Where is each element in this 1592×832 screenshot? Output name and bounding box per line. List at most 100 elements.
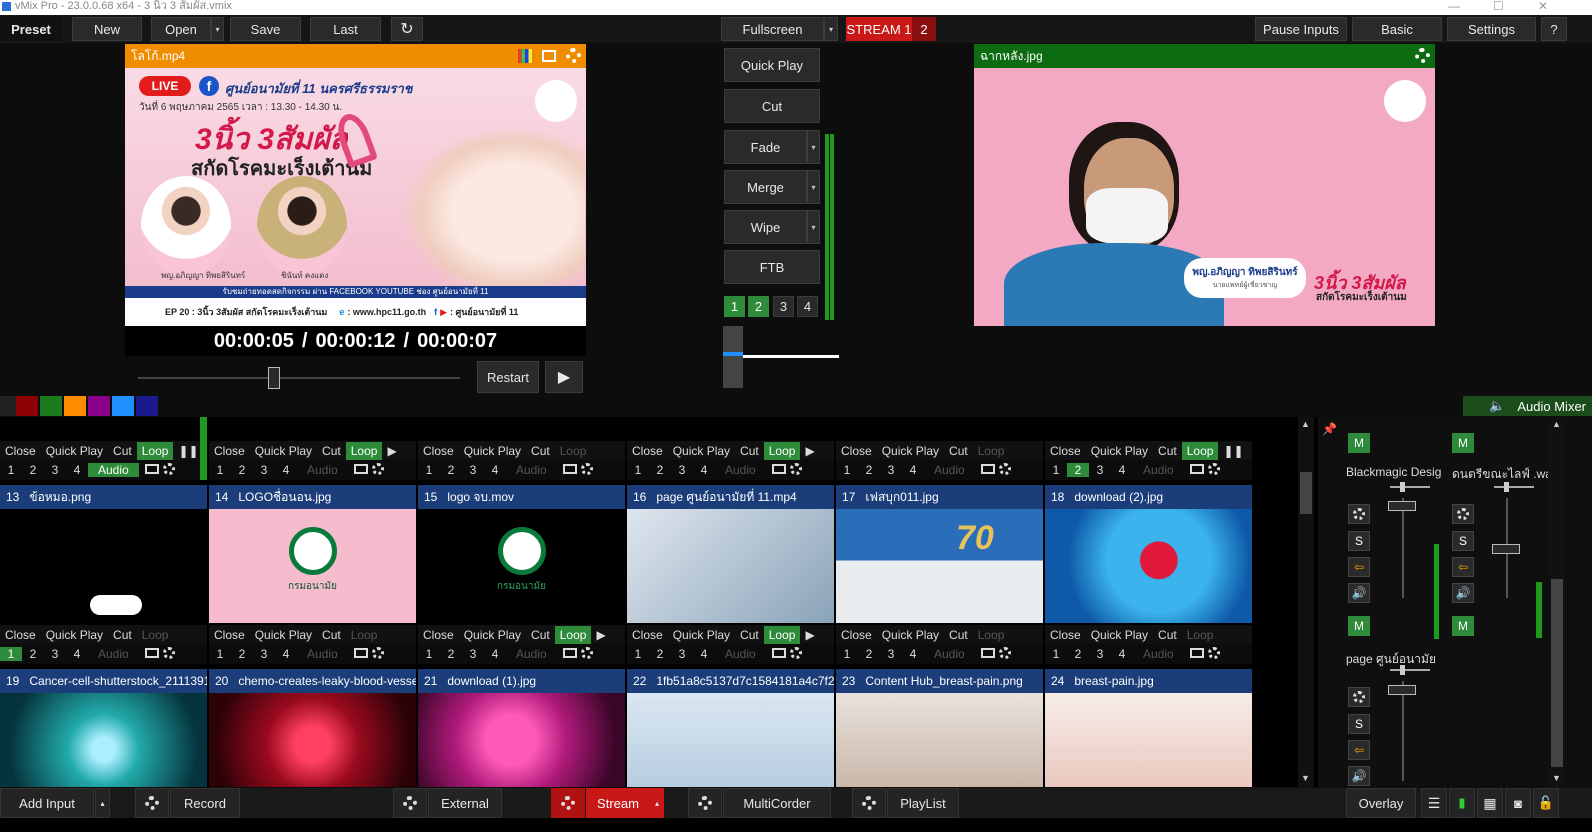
grid-view-icon[interactable]: ▦ bbox=[1477, 788, 1503, 818]
channel-3-fader-handle[interactable] bbox=[1388, 685, 1416, 695]
cut-button[interactable]: Cut bbox=[526, 628, 555, 642]
cut-button[interactable]: Cut bbox=[735, 444, 764, 458]
fullscreen-button[interactable]: Fullscreen bbox=[721, 17, 824, 41]
input-thumbnail[interactable] bbox=[209, 417, 416, 439]
play-icon[interactable]: ▶ bbox=[800, 628, 819, 642]
audio-button[interactable]: Audio bbox=[297, 463, 348, 477]
fade-dropdown-icon[interactable]: ▾ bbox=[807, 130, 820, 164]
mute-button-master-2[interactable]: M bbox=[1452, 433, 1474, 453]
basic-button[interactable]: Basic bbox=[1352, 17, 1442, 41]
input-thumbnail[interactable] bbox=[627, 509, 834, 623]
channel-2-fader-handle[interactable] bbox=[1492, 544, 1520, 554]
maximize-icon[interactable]: ☐ bbox=[1493, 0, 1504, 13]
mixer-scroll-up-icon[interactable]: ▲ bbox=[1552, 419, 1561, 429]
close-button[interactable]: Close bbox=[1045, 444, 1086, 458]
fade-button[interactable]: Fade bbox=[724, 130, 807, 164]
audio-button[interactable]: Audio bbox=[715, 647, 766, 661]
quick-play-button[interactable]: Quick Play bbox=[668, 628, 735, 642]
color-swatch-2[interactable] bbox=[40, 396, 62, 416]
input-thumbnail[interactable]: กรมอนามัย bbox=[209, 509, 416, 623]
color-swatch-5[interactable] bbox=[112, 396, 134, 416]
overlay-slot-2[interactable]: 2 bbox=[858, 647, 880, 661]
mixer-scroll-thumb[interactable] bbox=[1551, 579, 1563, 767]
overlay-slot-1[interactable]: 1 bbox=[1045, 647, 1067, 661]
overlay-slot-3[interactable]: 3 bbox=[671, 463, 693, 477]
overlay-slot-1[interactable]: 1 bbox=[836, 647, 858, 661]
close-button[interactable]: Close bbox=[0, 444, 41, 458]
loop-button[interactable]: Loop bbox=[1181, 442, 1219, 460]
audio-button[interactable]: Audio bbox=[88, 647, 139, 661]
cut-button[interactable]: Cut bbox=[944, 628, 973, 642]
input-thumbnail[interactable] bbox=[418, 417, 625, 439]
overlay-slot-2[interactable]: 2 bbox=[1067, 463, 1089, 477]
overlay-slot-4[interactable]: 4 bbox=[693, 463, 715, 477]
cut-button[interactable]: Cut bbox=[1153, 628, 1182, 642]
overlay-slot-1[interactable]: 1 bbox=[627, 647, 649, 661]
overlay-slot-2[interactable]: 2 bbox=[858, 463, 880, 477]
overlay-slot-3[interactable]: 3 bbox=[253, 647, 275, 661]
loop-button[interactable]: Loop bbox=[763, 626, 801, 644]
quick-play-button[interactable]: Quick Play bbox=[668, 444, 735, 458]
overlay-slot-3[interactable]: 3 bbox=[671, 647, 693, 661]
tile-gear-icon[interactable] bbox=[159, 462, 175, 478]
snapshot-camera-icon[interactable]: ◙ bbox=[1505, 788, 1531, 818]
overlay-slot-3[interactable]: 3 bbox=[880, 463, 902, 477]
loop-button[interactable]: Loop bbox=[346, 628, 383, 642]
audio-button[interactable]: Audio bbox=[297, 647, 348, 661]
cut-button[interactable]: Cut bbox=[317, 444, 346, 458]
overlay-slot-4[interactable]: 4 bbox=[902, 647, 924, 661]
close-button[interactable]: Close bbox=[627, 628, 668, 642]
transition-slot-4[interactable]: 4 bbox=[797, 296, 818, 317]
cut-button[interactable]: Cut bbox=[317, 628, 346, 642]
overlay-slot-1[interactable]: 1 bbox=[1045, 463, 1067, 477]
output-gear-icon[interactable] bbox=[1415, 48, 1430, 63]
settings-button[interactable]: Settings bbox=[1447, 17, 1536, 41]
add-input-button[interactable]: Add Input bbox=[0, 788, 94, 818]
play-icon[interactable]: ▶ bbox=[591, 628, 610, 642]
channel-2-bus-arrow-icon[interactable]: ⇦ bbox=[1452, 557, 1474, 577]
fullscreen-dropdown-icon[interactable]: ▾ bbox=[824, 17, 838, 41]
wipe-dropdown-icon[interactable]: ▾ bbox=[807, 210, 820, 244]
lock-icon[interactable]: 🔓 bbox=[1533, 788, 1559, 818]
input-title-bar[interactable]: 22 1fb51a8c5137d7c1584181a4c7f20ba... bbox=[627, 669, 834, 693]
loop-button[interactable]: Loop bbox=[136, 442, 174, 460]
overlay-slot-4[interactable]: 4 bbox=[484, 647, 506, 661]
record-button[interactable]: Record bbox=[170, 788, 240, 818]
channel-3-volume-icon[interactable]: 🔊 bbox=[1348, 766, 1370, 786]
color-swatch-6[interactable] bbox=[136, 396, 158, 416]
cut-button[interactable]: Cut bbox=[108, 628, 137, 642]
stream1-button[interactable]: STREAM 1 bbox=[846, 17, 912, 41]
stream-dropdown-icon[interactable]: ▴ bbox=[650, 788, 664, 818]
monitor-icon[interactable] bbox=[975, 647, 995, 661]
overlay-slot-1[interactable]: 1 bbox=[0, 647, 22, 661]
close-button[interactable]: Close bbox=[209, 444, 250, 458]
overlay-slot-1[interactable]: 1 bbox=[418, 647, 440, 661]
channel-2-solo-button[interactable]: S bbox=[1452, 531, 1474, 551]
playlist-button[interactable]: PlayList bbox=[887, 788, 959, 818]
close-button[interactable]: Close bbox=[627, 444, 668, 458]
input-title-bar[interactable]: 23 Content Hub_breast-pain.png bbox=[836, 669, 1043, 693]
loop-button[interactable]: Loop bbox=[973, 628, 1010, 642]
overlay-slot-3[interactable]: 3 bbox=[253, 463, 275, 477]
tile-gear-icon[interactable] bbox=[159, 646, 175, 662]
audio-meter-icon[interactable]: ▮ bbox=[1449, 788, 1475, 818]
transition-slot-1[interactable]: 1 bbox=[724, 296, 745, 317]
overlay-slot-3[interactable]: 3 bbox=[462, 647, 484, 661]
channel-2-mute-button[interactable]: M bbox=[1452, 616, 1474, 636]
channel-2-pan-knob[interactable] bbox=[1504, 482, 1509, 492]
tile-gear-icon[interactable] bbox=[368, 462, 384, 478]
overlay-slot-4[interactable]: 4 bbox=[275, 647, 297, 661]
monitor-icon[interactable] bbox=[1184, 647, 1204, 661]
quick-play-button[interactable]: Quick Play bbox=[250, 444, 317, 458]
external-button[interactable]: External bbox=[428, 788, 502, 818]
overlay-slot-4[interactable]: 4 bbox=[1111, 463, 1133, 477]
add-input-dropdown-icon[interactable]: ▴ bbox=[95, 788, 110, 818]
multicorder-button[interactable]: MultiCorder bbox=[723, 788, 831, 818]
quick-play-button[interactable]: Quick Play bbox=[724, 48, 820, 82]
tile-gear-icon[interactable] bbox=[577, 646, 593, 662]
input-title-bar[interactable]: 19 Cancer-cell-shutterstock_211139149_... bbox=[0, 669, 207, 693]
channel-1-volume-icon[interactable]: 🔊 bbox=[1348, 583, 1370, 603]
channel-1-bus-arrow-icon[interactable]: ⇦ bbox=[1348, 557, 1370, 577]
monitor-icon[interactable] bbox=[139, 463, 159, 477]
list-view-icon[interactable]: ☰ bbox=[1421, 788, 1447, 818]
